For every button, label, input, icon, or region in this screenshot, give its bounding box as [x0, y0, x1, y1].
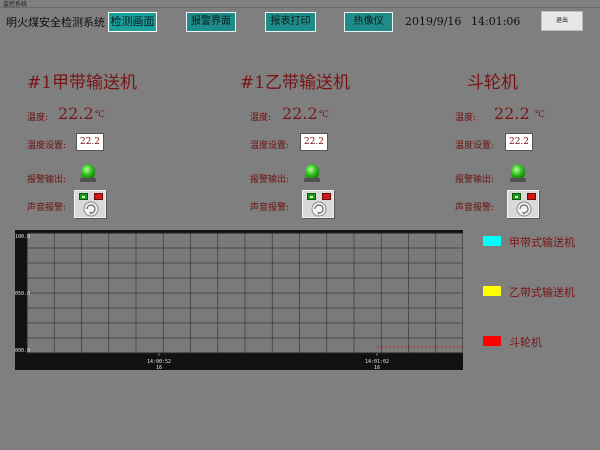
sound-alarm-label: 声音报警:	[27, 203, 67, 213]
setpoint-label: 温度设置:	[27, 141, 67, 151]
legend-label: 斗轮机	[509, 336, 542, 349]
setpoint-input[interactable]: 22.2	[505, 133, 533, 151]
setpoint-input[interactable]: 22.2	[76, 133, 104, 151]
trend-chart: 100.0 050.0 000.0 14:00:52 16 14:01:02 16	[15, 230, 463, 370]
green-indicator-icon	[512, 193, 521, 200]
panel-bucket-wheel: 斗轮机 温度: 22.2 ℃ 温度设置: 22.2 报警输出: 声音报警:	[455, 64, 600, 224]
y-tick-label: 100.0	[15, 234, 30, 240]
window-title: 监控系统	[3, 1, 28, 8]
date-display: 2019/9/16	[405, 15, 462, 28]
app-title: 明火煤安全检测系统	[6, 16, 105, 29]
temperature-unit: ℃	[95, 110, 106, 120]
panel-title: #1乙带输送机	[240, 73, 351, 93]
temperature-unit: ℃	[535, 110, 546, 120]
temperature-value: 22.2	[58, 104, 94, 123]
temperature-unit: ℃	[319, 110, 330, 120]
temperature-label: 温度:	[250, 113, 272, 123]
window-titlebar: 监控系统	[0, 0, 600, 8]
time-display: 14:01:06	[471, 15, 521, 28]
panel-title: 斗轮机	[467, 73, 518, 93]
temperature-label: 温度:	[455, 113, 477, 123]
tab-alarm[interactable]: 报警界面	[186, 12, 236, 32]
reset-knob-icon	[83, 201, 99, 217]
sound-alarm-button[interactable]	[74, 190, 106, 218]
red-indicator-icon	[527, 193, 536, 200]
panel-conveyor-b: #1乙带输送机 温度: 22.2 ℃ 温度设置: 22.2 报警输出: 声音报警…	[240, 64, 390, 224]
tab-report-print[interactable]: 报表打印	[265, 12, 316, 32]
alarm-led-base	[304, 178, 320, 182]
legend-swatch	[483, 336, 501, 346]
y-tick-label: 050.0	[15, 291, 30, 297]
setpoint-input[interactable]: 22.2	[300, 133, 328, 151]
alarm-led-base	[510, 178, 526, 182]
alarm-output-label: 报警输出:	[27, 175, 67, 185]
green-indicator-icon	[307, 193, 316, 200]
y-tick-label: 000.0	[15, 348, 30, 354]
trend-chart-svg: 100.0050.0000.014:00:521614:01:0216	[15, 232, 463, 370]
setpoint-label: 温度设置:	[455, 141, 495, 151]
red-indicator-icon	[94, 193, 103, 200]
legend-swatch	[483, 236, 501, 246]
legend-swatch	[483, 286, 501, 296]
temperature-value: 22.2	[282, 104, 318, 123]
alarm-output-label: 报警输出:	[250, 175, 290, 185]
setpoint-label: 温度设置:	[250, 141, 290, 151]
alarm-output-label: 报警输出:	[455, 175, 495, 185]
sound-alarm-button[interactable]	[302, 190, 334, 218]
red-indicator-icon	[322, 193, 331, 200]
panel-title: #1甲带输送机	[27, 73, 138, 93]
sound-alarm-button[interactable]	[507, 190, 539, 218]
exit-button[interactable]: 退出	[541, 11, 583, 31]
temperature-label: 温度:	[27, 113, 49, 123]
green-indicator-icon	[79, 193, 88, 200]
reset-knob-icon	[311, 201, 327, 217]
panel-conveyor-a: #1甲带输送机 温度: 22.2 ℃ 温度设置: 22.2 报警输出: 声音报警…	[27, 64, 177, 224]
sound-alarm-label: 声音报警:	[455, 203, 495, 213]
legend-label: 乙带式输送机	[509, 286, 575, 299]
temperature-value: 22.2	[494, 104, 530, 123]
x-tick-label: 16	[374, 365, 380, 370]
legend-label: 甲带式输送机	[509, 236, 575, 249]
tab-thermal-imager[interactable]: 热像仪	[344, 12, 393, 32]
sound-alarm-label: 声音报警:	[250, 203, 290, 213]
reset-knob-icon	[516, 201, 532, 217]
tab-monitor[interactable]: 检测画面	[108, 12, 157, 32]
alarm-led-base	[80, 178, 96, 182]
x-tick-label: 16	[156, 365, 162, 370]
